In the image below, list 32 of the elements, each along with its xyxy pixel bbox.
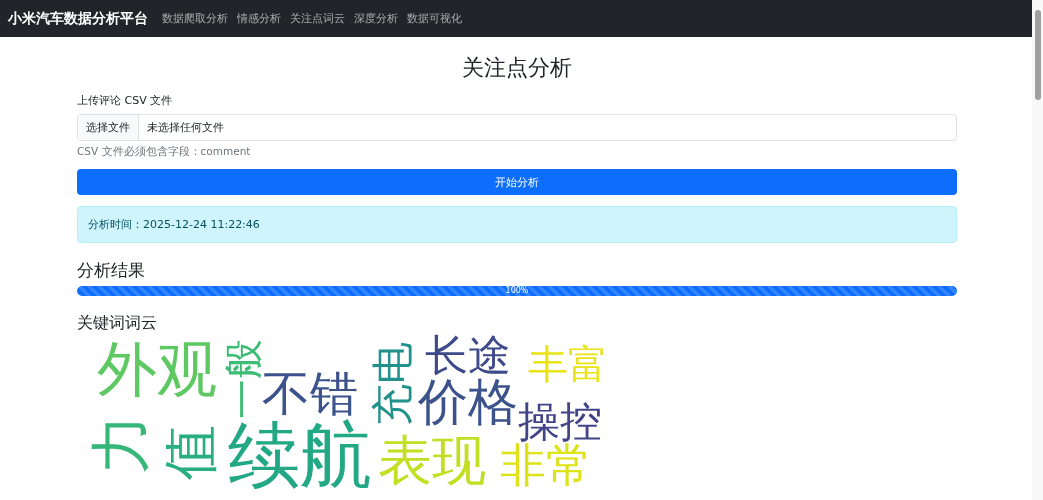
cloud-word: 长途 bbox=[425, 334, 511, 377]
choose-file-button[interactable]: 选择文件 bbox=[78, 115, 139, 140]
cloud-word: 力 bbox=[90, 414, 150, 474]
nav-link[interactable]: 数据可视化 bbox=[407, 11, 462, 26]
nav-link[interactable]: 关注点词云 bbox=[290, 11, 345, 26]
info-alert: 分析时间：2025-12-24 11:22:46 bbox=[77, 206, 957, 243]
cloud-word: 操控 bbox=[518, 401, 602, 443]
cloud-word: 充电 bbox=[372, 342, 414, 426]
cloud-word: 一般 bbox=[223, 339, 263, 419]
page-title: 关注点分析 bbox=[461, 54, 573, 82]
help-text: CSV 文件必须包含字段：comment bbox=[77, 145, 252, 159]
results-heading: 分析结果 bbox=[77, 259, 146, 282]
nav-link[interactable]: 数据爬取分析 bbox=[162, 11, 228, 26]
cloud-word: 非常 bbox=[500, 442, 592, 488]
progress-bar: 100% bbox=[77, 286, 957, 296]
cloud-word: 价格 bbox=[418, 377, 518, 427]
cloud-word: 丰富 bbox=[528, 344, 608, 384]
cloud-word: 不错 bbox=[262, 369, 358, 417]
file-input[interactable]: 选择文件 未选择任何文件 bbox=[77, 114, 957, 141]
scrollbar-thumb[interactable] bbox=[1034, 10, 1041, 100]
cloud-word: 外观 bbox=[97, 339, 217, 399]
brand-link[interactable]: 小米汽车数据分析平台 bbox=[8, 9, 148, 28]
scrollbar[interactable] bbox=[1032, 0, 1043, 500]
nav-link[interactable]: 情感分析 bbox=[237, 11, 281, 26]
word-cloud-heading: 关键词词云 bbox=[77, 313, 158, 334]
upload-label: 上传评论 CSV 文件 bbox=[77, 93, 174, 108]
cloud-word: 值 bbox=[163, 425, 218, 480]
nav-link[interactable]: 深度分析 bbox=[354, 11, 398, 26]
cloud-word: 表现 bbox=[378, 434, 486, 488]
file-status: 未选择任何文件 bbox=[146, 120, 225, 136]
cloud-word: 续航 bbox=[228, 419, 372, 491]
start-analysis-button[interactable]: 开始分析 bbox=[77, 169, 957, 195]
